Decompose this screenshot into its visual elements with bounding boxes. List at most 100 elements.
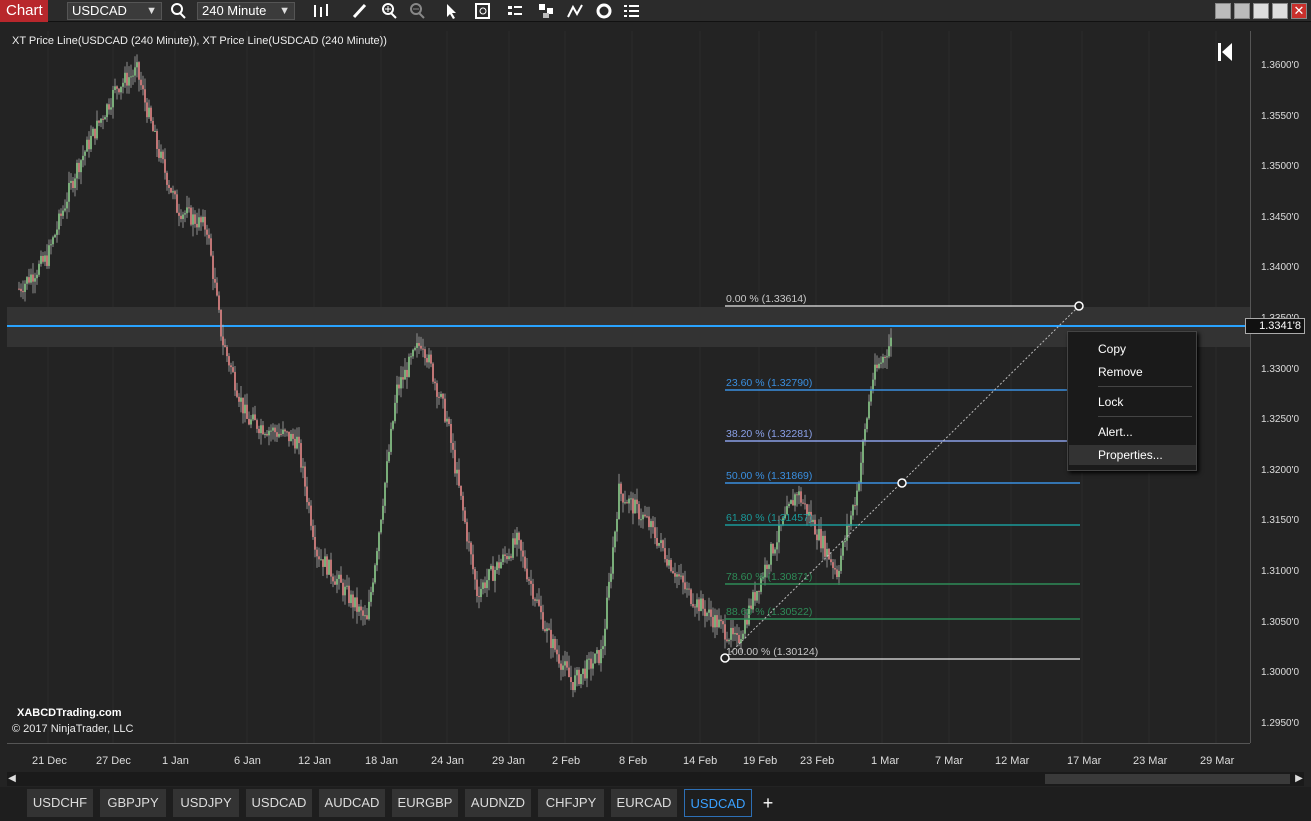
skip-to-end-icon[interactable] [1216,41,1234,63]
instrument-selector[interactable]: USDCAD ▼ [67,2,162,20]
candle-body [596,650,598,654]
data-box-icon[interactable] [473,2,493,20]
candle-body [758,590,760,592]
toolbar: Chart USDCAD ▼ 240 Minute ▼ ✕ [0,0,1311,22]
strategies-icon[interactable] [537,2,557,20]
candle-body [56,229,58,235]
tab-eurgbp[interactable]: EURGBP [392,789,458,817]
menu-item-alert[interactable]: Alert... [1069,422,1196,442]
scroll-right-icon[interactable]: ▶ [1294,772,1304,786]
candle-body [406,369,408,377]
close-button[interactable]: ✕ [1291,3,1307,19]
candle-body [612,547,614,574]
candle-body [20,288,22,292]
pointer-icon[interactable] [441,2,461,20]
candle-body [660,540,662,543]
bar-style-icon[interactable] [311,2,331,20]
candle-body [728,639,730,642]
menu-item-remove[interactable]: Remove [1069,362,1196,382]
add-tab-button[interactable]: + [758,789,778,817]
candle-body [544,629,546,632]
time-axis[interactable]: 21 Dec 27 Dec 1 Jan 6 Jan 12 Jan 18 Jan 24 Jan… [7,743,1250,771]
candle-body [132,75,134,77]
candle-body [464,510,466,523]
candle-body [800,491,802,503]
candle-body [694,606,696,608]
candle-body [354,597,356,608]
candle-body [854,505,856,507]
candle-body [398,384,400,389]
price-axis-label: 1.3600'0 [1261,60,1300,71]
drawing-tools-icon[interactable] [565,2,585,20]
minimize-button[interactable] [1253,3,1269,19]
candle-body [458,469,460,486]
interval-selector[interactable]: 240 Minute ▼ [197,2,295,20]
candle-body [308,502,310,506]
search-icon[interactable] [169,2,189,20]
tab-audcad[interactable]: AUDCAD [319,789,385,817]
candle-body [230,365,232,368]
tab-usdchf[interactable]: USDCHF [27,789,93,817]
tab-usdcad-active[interactable]: USDCAD [684,789,752,817]
candle-body [692,604,694,607]
tab-chfjpy[interactable]: CHFJPY [538,789,604,817]
refresh-icon[interactable] [594,2,614,20]
scrollbar-thumb[interactable] [1045,774,1290,784]
candle-body [224,345,226,347]
instrument-value: USDCAD [72,3,127,18]
maximize-button[interactable] [1272,3,1288,19]
candle-body [454,449,456,474]
draw-icon[interactable] [350,2,370,20]
candle-body [888,346,890,357]
scroll-left-icon[interactable]: ◀ [7,772,17,786]
menu-item-lock[interactable]: Lock [1069,392,1196,412]
zoom-out-icon[interactable] [408,2,428,20]
candle-body [540,605,542,613]
candle-body [798,491,800,496]
candle-body [446,418,448,422]
chart-window-tab[interactable]: Chart [0,0,48,22]
candle-body [24,283,26,292]
candle-body [172,191,174,193]
menu-item-copy[interactable]: Copy [1069,339,1196,359]
candle-body [434,381,436,384]
tab-audnzd[interactable]: AUDNZD [465,789,531,817]
chart-panel[interactable]: 0.00 % (1.33614) 23.60 % (1.32790) 38.20 %… [7,31,1250,743]
candle-body [296,436,298,449]
candle-body [38,263,40,275]
candle-body [878,363,880,368]
candle-body [726,639,728,642]
candle-body [294,438,296,449]
candle-body [362,610,364,616]
candle-body [714,615,716,628]
fib-level-label: 88.60 % (1.30522) [726,606,812,618]
tab-usdjpy[interactable]: USDJPY [173,789,239,817]
candle-body [342,582,344,596]
tab-eurcad[interactable]: EURCAD [611,789,677,817]
candle-body [328,559,330,575]
candle-body [420,345,422,349]
candle-body [32,274,34,282]
properties-icon[interactable] [622,2,642,20]
tab-gbpjpy[interactable]: GBPJPY [100,789,166,817]
tile-button[interactable] [1234,3,1250,19]
zoom-in-icon[interactable] [380,2,400,20]
candle-body [682,575,684,583]
candle-body [178,212,180,216]
candle-body [412,349,414,357]
candle-body [580,674,582,685]
time-axis-label: 29 Jan [492,755,526,767]
price-axis[interactable]: 1.3600'0 1.3550'0 1.3500'0 1.3450'0 1.3400'0… [1250,31,1311,743]
minimize-all-button[interactable] [1215,3,1231,19]
candle-body [264,433,266,435]
candle-body [592,663,594,669]
candle-body [484,582,486,589]
candle-body [500,562,502,569]
indicators-icon[interactable] [506,2,526,20]
candle-body [122,82,124,87]
candle-body [26,277,28,284]
horizontal-scrollbar[interactable]: ◀ ▶ [7,772,1304,786]
tab-usdcad[interactable]: USDCAD [246,789,312,817]
menu-item-properties[interactable]: Properties... [1069,445,1196,465]
price-chart[interactable]: 0.00 % (1.33614) 23.60 % (1.32790) 38.20 %… [7,31,1250,743]
